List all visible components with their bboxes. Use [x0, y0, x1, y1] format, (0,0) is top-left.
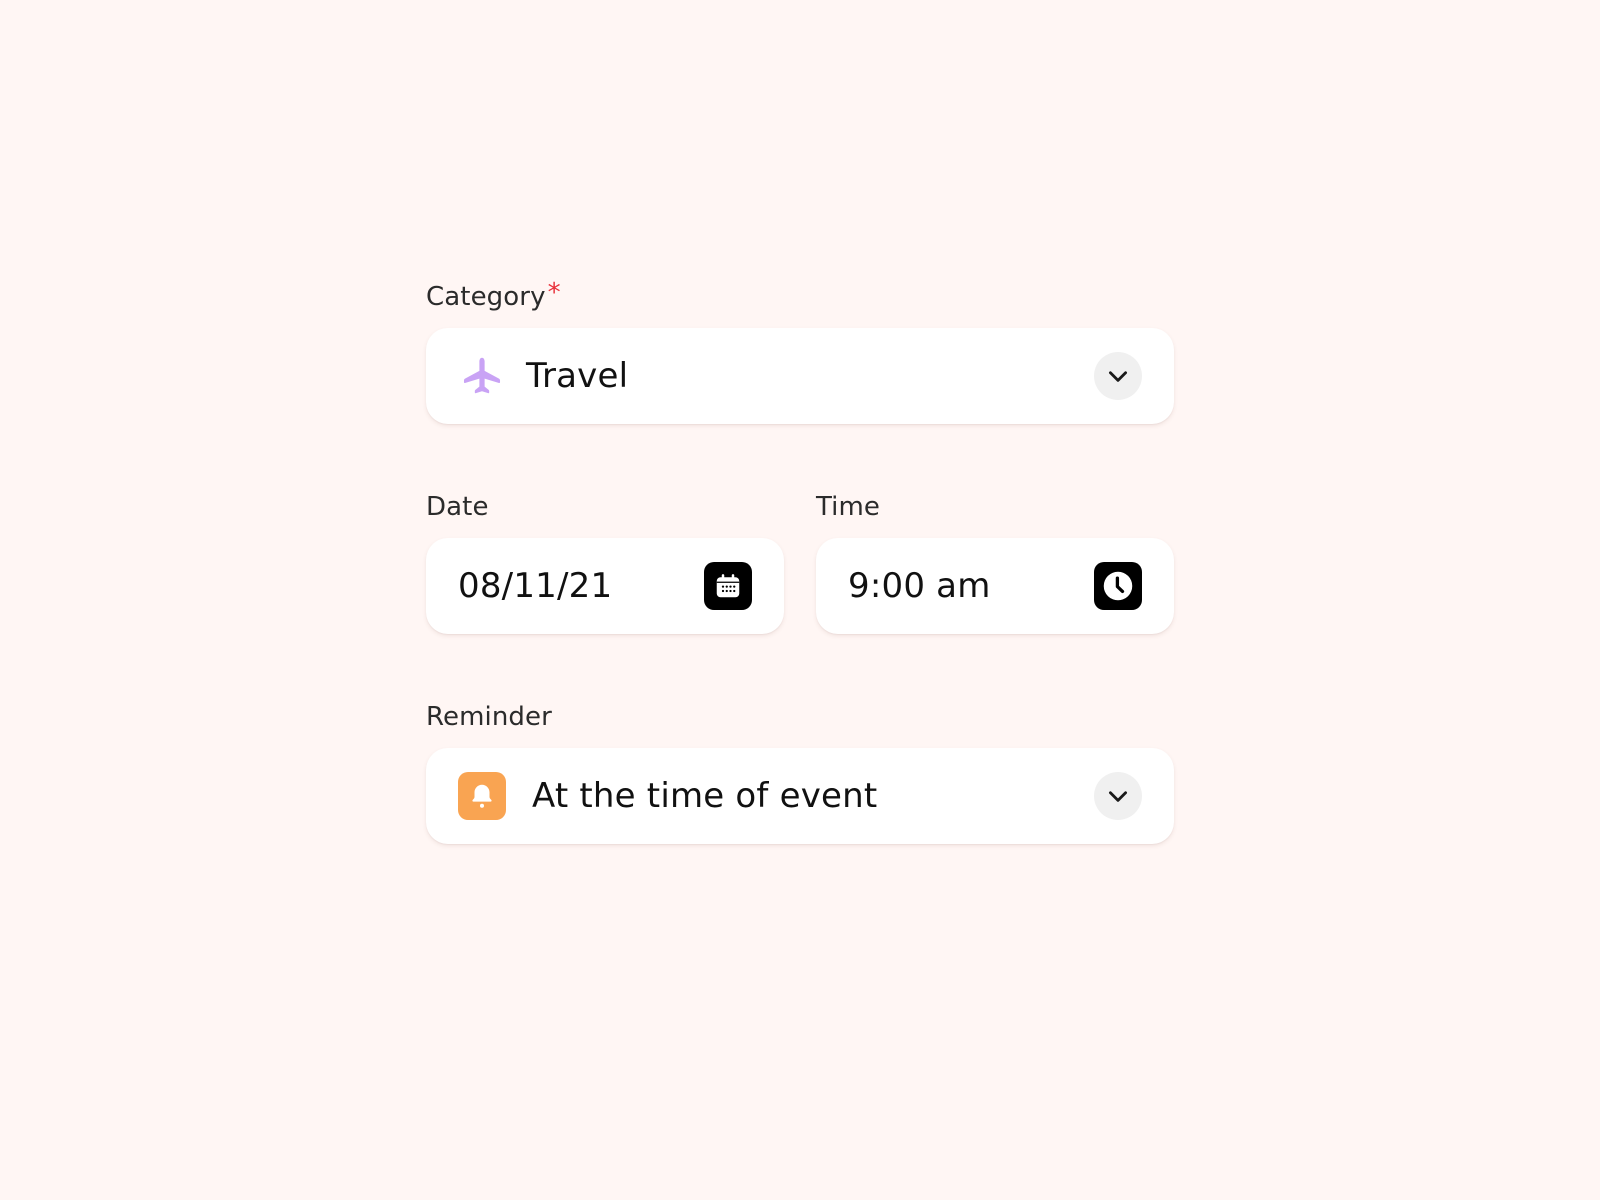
time-label: Time [816, 492, 881, 522]
reminder-dropdown-button[interactable] [1094, 772, 1142, 820]
category-value: Travel [526, 356, 629, 396]
reminder-select[interactable]: At the time of event [426, 748, 1174, 844]
date-value: 08/11/21 [458, 566, 613, 606]
time-column: Time 9:00 am [816, 490, 1174, 634]
time-field[interactable]: 9:00 am [816, 538, 1174, 634]
category-dropdown-button[interactable] [1094, 352, 1142, 400]
date-time-row: Date 08/11/21 Time 9:00 am [426, 490, 1174, 634]
clock-button[interactable] [1094, 562, 1142, 610]
time-value: 9:00 am [848, 566, 991, 606]
calendar-icon [716, 574, 740, 598]
calendar-button[interactable] [704, 562, 752, 610]
date-label: Date [426, 492, 489, 522]
event-form: Category* Travel Date 08/11/21 Time 9:00… [426, 278, 1174, 844]
clock-icon [1103, 571, 1133, 601]
airplane-icon [458, 352, 506, 400]
required-asterisk: * [547, 278, 561, 308]
chevron-down-icon [1109, 371, 1127, 382]
date-field[interactable]: 08/11/21 [426, 538, 784, 634]
bell-icon [458, 772, 506, 820]
category-label: Category* [426, 278, 1174, 314]
category-label-text: Category [426, 282, 546, 312]
chevron-down-icon [1109, 791, 1127, 802]
date-column: Date 08/11/21 [426, 490, 784, 634]
reminder-value: At the time of event [532, 776, 878, 816]
reminder-label: Reminder [426, 702, 552, 732]
category-select[interactable]: Travel [426, 328, 1174, 424]
